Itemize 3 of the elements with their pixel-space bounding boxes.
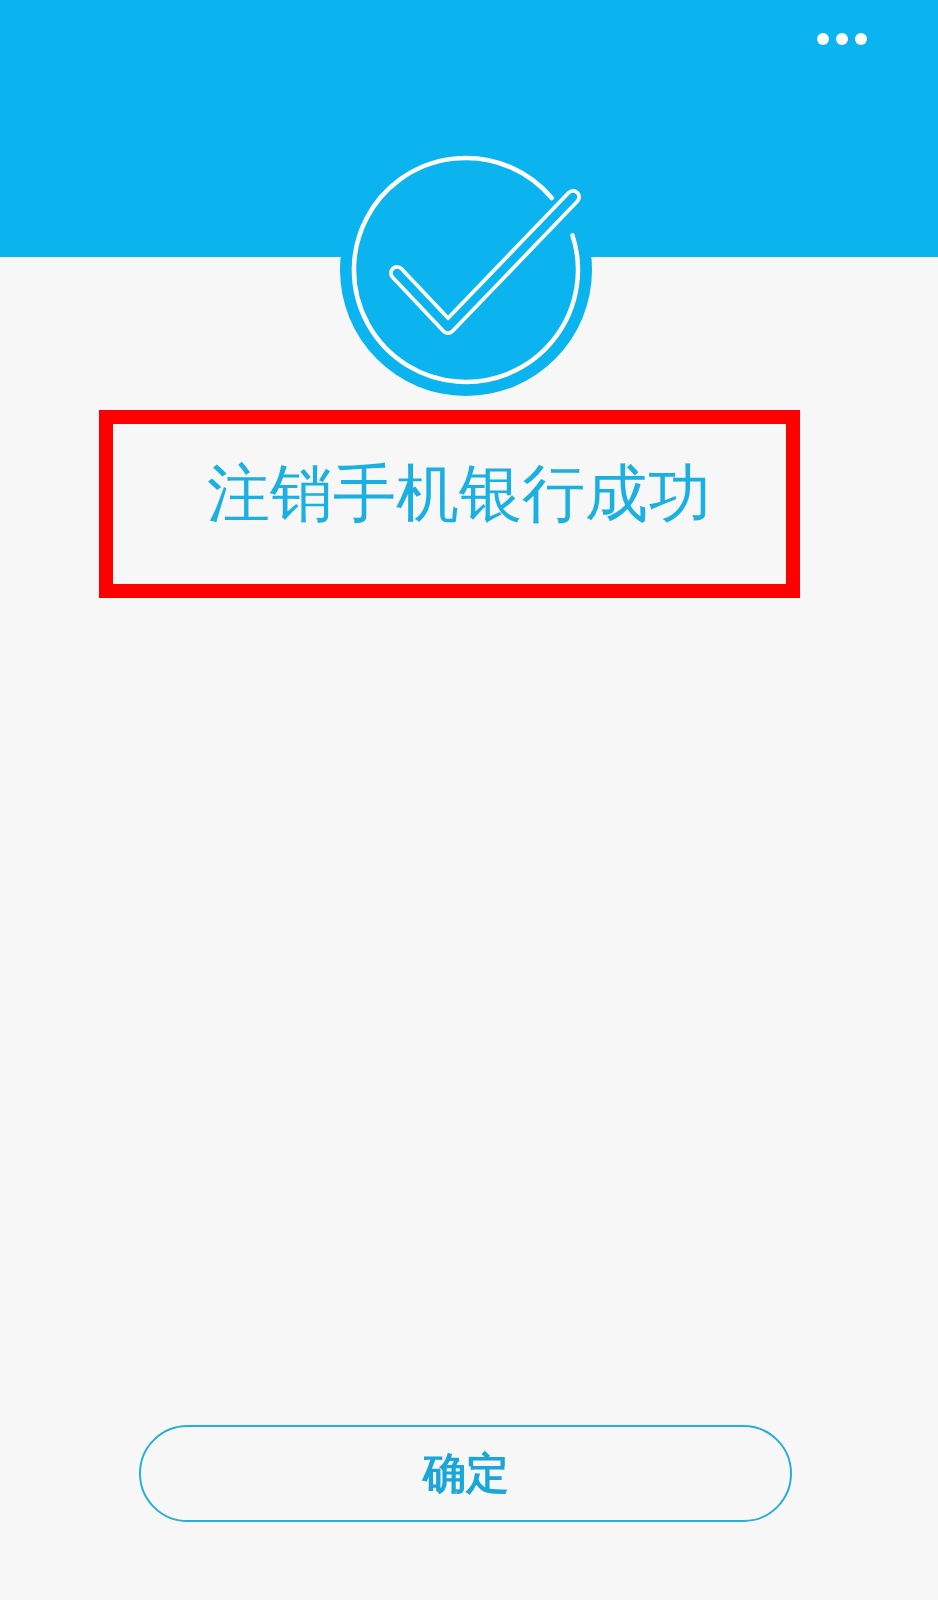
- confirm-button[interactable]: 确定: [139, 1425, 792, 1522]
- more-icon[interactable]: [817, 33, 867, 45]
- success-message: 注销手机银行成功: [207, 457, 711, 531]
